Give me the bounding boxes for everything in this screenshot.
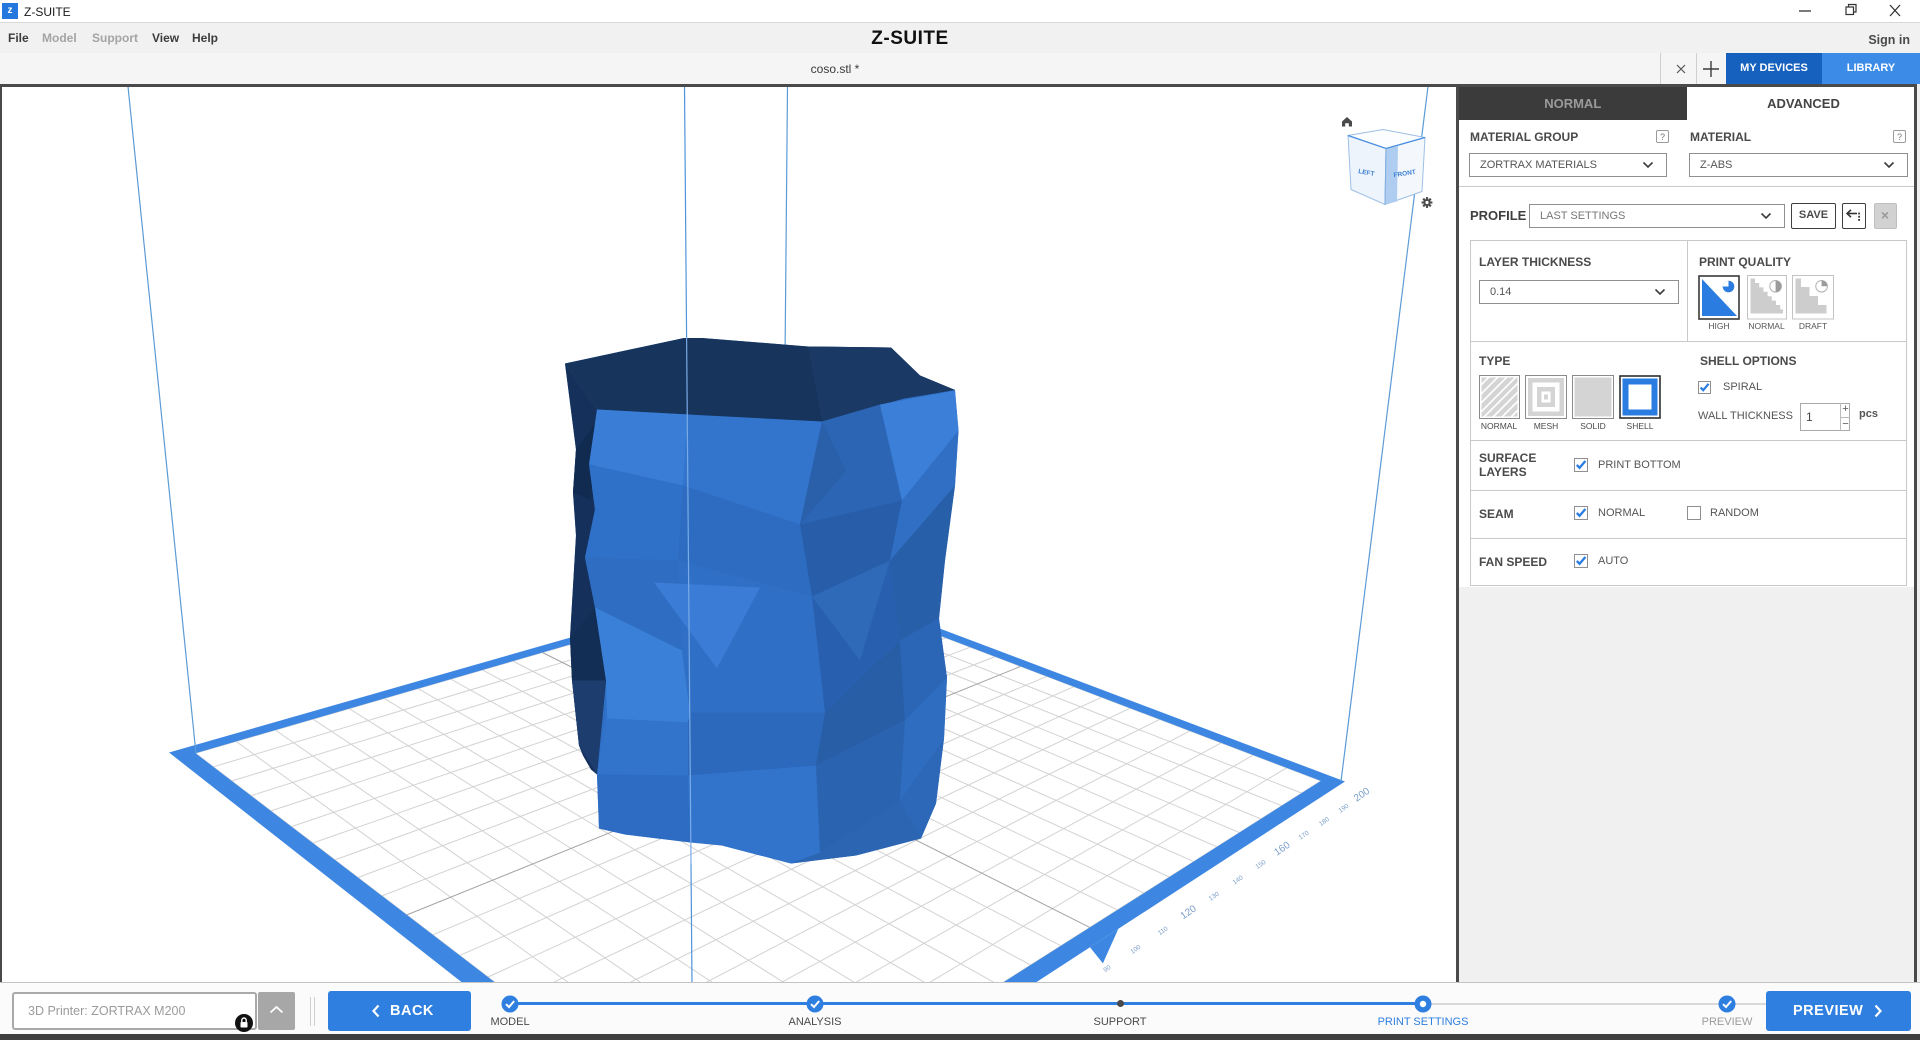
svg-text:150: 150: [1255, 858, 1268, 870]
svg-text:140: 140: [1232, 874, 1245, 886]
svg-text:160: 160: [1272, 839, 1292, 858]
svg-text:120: 120: [1179, 903, 1199, 922]
svg-text:110: 110: [1157, 925, 1170, 937]
svg-text:190: 190: [1337, 802, 1350, 814]
svg-text:180: 180: [1318, 815, 1331, 827]
svg-text:170: 170: [1298, 829, 1311, 841]
svg-text:100: 100: [1129, 943, 1142, 955]
svg-text:90: 90: [1102, 963, 1112, 973]
svg-text:130: 130: [1208, 890, 1221, 902]
svg-text:200: 200: [1352, 785, 1372, 804]
